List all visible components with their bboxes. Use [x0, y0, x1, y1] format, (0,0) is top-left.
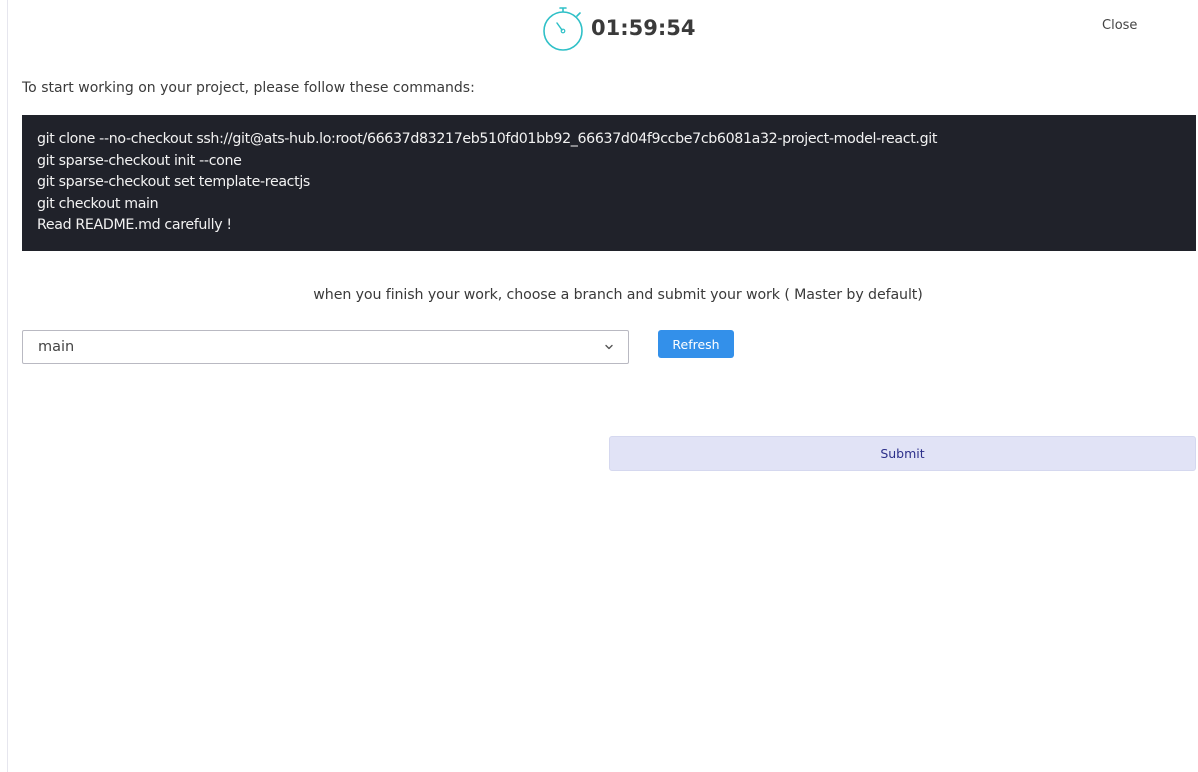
countdown-timer: 01:59:54	[541, 4, 695, 52]
command-line: Read README.md carefully !	[37, 217, 232, 233]
command-line: git sparse-checkout set template-reactjs	[37, 174, 310, 190]
command-line: git sparse-checkout init --cone	[37, 152, 242, 169]
timer-value: 01:59:54	[591, 16, 696, 40]
left-border	[0, 0, 8, 772]
close-button[interactable]: Close	[1102, 18, 1137, 33]
git-commands-block: git clone --no-checkout ssh://git@ats-hu…	[22, 115, 1196, 251]
refresh-button[interactable]: Refresh	[658, 330, 734, 358]
instructions-intro: To start working on your project, please…	[22, 80, 475, 96]
command-line: git clone --no-checkout ssh://git@ats-hu…	[37, 131, 938, 147]
submit-hint: when you finish your work, choose a bran…	[313, 287, 923, 303]
command-line: git checkout main	[37, 195, 159, 212]
branch-select[interactable]: main	[22, 330, 629, 364]
chevron-down-icon	[604, 343, 614, 351]
stopwatch-icon	[541, 5, 584, 51]
branch-select-value: main	[38, 339, 75, 355]
submit-button[interactable]: Submit	[609, 436, 1196, 471]
